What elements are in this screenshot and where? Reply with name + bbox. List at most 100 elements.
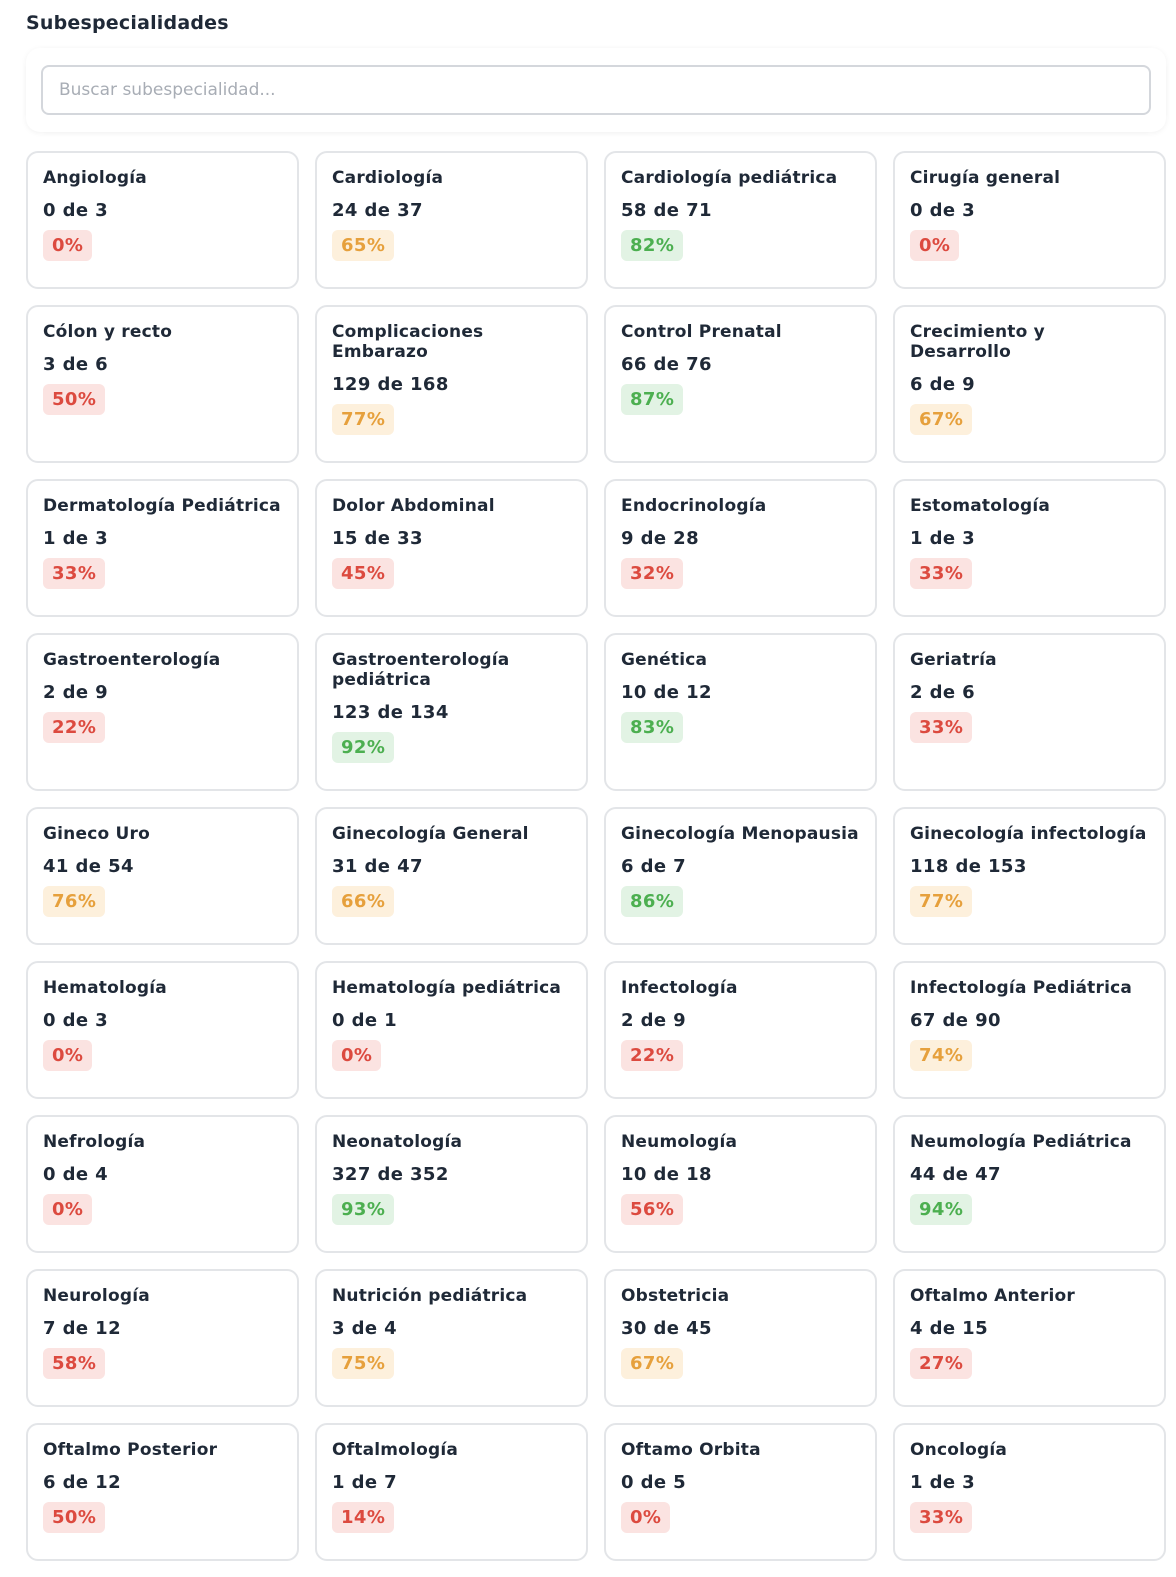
percent-badge: 74%: [910, 1040, 973, 1071]
subspecialty-card[interactable]: Ginecología infectología 118 de 153 77%: [893, 807, 1166, 945]
subspecialty-name: Gastroenterología: [43, 650, 221, 670]
answered-count: 31 de 47: [332, 856, 423, 877]
subspecialty-card[interactable]: Angiología 0 de 3 0%: [26, 151, 299, 289]
subspecialty-card[interactable]: Neonatología 327 de 352 93%: [315, 1115, 588, 1253]
subspecialty-name: Complicaciones Embarazo: [332, 322, 484, 362]
subspecialty-name: Angiología: [43, 168, 147, 188]
percent-badge: 0%: [621, 1502, 671, 1533]
subspecialty-name: Ginecología General: [332, 824, 529, 844]
percent-badge: 50%: [43, 1502, 106, 1533]
percent-badge: 22%: [621, 1040, 684, 1071]
answered-count: 2 de 6: [910, 682, 976, 703]
subspecialty-card[interactable]: Hematología pediátrica 0 de 1 0%: [315, 961, 588, 1099]
subspecialty-card[interactable]: Dolor Abdominal 15 de 33 45%: [315, 479, 588, 617]
percent-badge: 22%: [43, 712, 106, 743]
answered-count: 1 de 3: [910, 1472, 976, 1493]
subspecialty-card[interactable]: Hematología 0 de 3 0%: [26, 961, 299, 1099]
subspecialty-name: Genética: [621, 650, 708, 670]
subspecialty-name: Oftalmología: [332, 1440, 459, 1460]
percent-badge: 32%: [621, 558, 684, 589]
subspecialty-card[interactable]: Complicaciones Embarazo 129 de 168 77%: [315, 305, 588, 463]
percent-badge: 66%: [332, 886, 395, 917]
subspecialty-name: Infectología Pediátrica: [910, 978, 1133, 998]
subspecialty-card[interactable]: Control Prenatal 66 de 76 87%: [604, 305, 877, 463]
answered-count: 0 de 1: [332, 1010, 398, 1031]
subspecialty-card[interactable]: Oftalmo Posterior 6 de 12 50%: [26, 1423, 299, 1561]
subspecialty-name: Oftalmo Anterior: [910, 1286, 1075, 1306]
subspecialty-card[interactable]: Obstetricia 30 de 45 67%: [604, 1269, 877, 1407]
subspecialty-card[interactable]: Gastroenterología 2 de 9 22%: [26, 633, 299, 791]
percent-badge: 87%: [621, 384, 684, 415]
answered-count: 66 de 76: [621, 354, 712, 375]
subspecialty-card[interactable]: Ginecología General 31 de 47 66%: [315, 807, 588, 945]
subspecialty-card[interactable]: Crecimiento y Desarrollo 6 de 9 67%: [893, 305, 1166, 463]
answered-count: 15 de 33: [332, 528, 423, 549]
subspecialty-card[interactable]: Cólon y recto 3 de 6 50%: [26, 305, 299, 463]
subspecialty-card[interactable]: Infectología Pediátrica 67 de 90 74%: [893, 961, 1166, 1099]
subspecialty-card[interactable]: Ginecología Menopausia 6 de 7 86%: [604, 807, 877, 945]
answered-count: 10 de 12: [621, 682, 712, 703]
subspecialty-card[interactable]: Neumología 10 de 18 56%: [604, 1115, 877, 1253]
subspecialty-card[interactable]: Genética 10 de 12 83%: [604, 633, 877, 791]
subspecialty-card[interactable]: Cirugía general 0 de 3 0%: [893, 151, 1166, 289]
subspecialty-name: Control Prenatal: [621, 322, 782, 342]
subspecialty-name: Oncología: [910, 1440, 1008, 1460]
answered-count: 24 de 37: [332, 200, 423, 221]
percent-badge: 83%: [621, 712, 684, 743]
search-input[interactable]: [41, 65, 1151, 115]
answered-count: 0 de 3: [43, 1010, 109, 1031]
answered-count: 2 de 9: [621, 1010, 687, 1031]
subspecialty-card[interactable]: Oftalmo Anterior 4 de 15 27%: [893, 1269, 1166, 1407]
search-panel: [26, 48, 1166, 132]
percent-badge: 58%: [43, 1348, 106, 1379]
subspecialty-card[interactable]: Gastroenterología pediátrica 123 de 134 92…: [315, 633, 588, 791]
subspecialty-card[interactable]: Infectología 2 de 9 22%: [604, 961, 877, 1099]
subspecialty-name: Cólon y recto: [43, 322, 173, 342]
answered-count: 6 de 7: [621, 856, 687, 877]
answered-count: 0 de 3: [43, 200, 109, 221]
answered-count: 6 de 9: [910, 374, 976, 395]
subspecialty-card[interactable]: Nefrología 0 de 4 0%: [26, 1115, 299, 1253]
percent-badge: 33%: [43, 558, 106, 589]
subspecialty-card[interactable]: Estomatología 1 de 3 33%: [893, 479, 1166, 617]
subspecialty-card[interactable]: Oftalmología 1 de 7 14%: [315, 1423, 588, 1561]
subspecialty-name: Neurología: [43, 1286, 150, 1306]
subspecialty-card[interactable]: Nutrición pediátrica 3 de 4 75%: [315, 1269, 588, 1407]
subspecialty-card[interactable]: Cardiología 24 de 37 65%: [315, 151, 588, 289]
percent-badge: 56%: [621, 1194, 684, 1225]
percent-badge: 33%: [910, 558, 973, 589]
percent-badge: 27%: [910, 1348, 973, 1379]
answered-count: 0 de 3: [910, 200, 976, 221]
answered-count: 1 de 3: [910, 528, 976, 549]
percent-badge: 93%: [332, 1194, 395, 1225]
subspecialty-card[interactable]: Oncología 1 de 3 33%: [893, 1423, 1166, 1561]
subspecialty-card[interactable]: Cardiología pediátrica 58 de 71 82%: [604, 151, 877, 289]
subspecialty-name: Dermatología Pediátrica: [43, 496, 281, 516]
answered-count: 4 de 15: [910, 1318, 988, 1339]
subspecialty-name: Neumología Pediátrica: [910, 1132, 1132, 1152]
subspecialty-card[interactable]: Gineco Uro 41 de 54 76%: [26, 807, 299, 945]
answered-count: 2 de 9: [43, 682, 109, 703]
subspecialty-name: Geriatría: [910, 650, 997, 670]
subspecialty-card[interactable]: Oftamo Orbita 0 de 5 0%: [604, 1423, 877, 1561]
subspecialty-name: Obstetricia: [621, 1286, 730, 1306]
subspecialty-card[interactable]: Dermatología Pediátrica 1 de 3 33%: [26, 479, 299, 617]
subspecialty-name: Hematología pediátrica: [332, 978, 562, 998]
answered-count: 41 de 54: [43, 856, 134, 877]
percent-badge: 75%: [332, 1348, 395, 1379]
subspecialty-name: Gastroenterología pediátrica: [332, 650, 510, 690]
subspecialty-name: Neumología: [621, 1132, 738, 1152]
subspecialty-card[interactable]: Endocrinología 9 de 28 32%: [604, 479, 877, 617]
percent-badge: 77%: [910, 886, 973, 917]
subspecialty-name: Cardiología pediátrica: [621, 168, 838, 188]
percent-badge: 45%: [332, 558, 395, 589]
subspecialty-card[interactable]: Neurología 7 de 12 58%: [26, 1269, 299, 1407]
subspecialty-name: Endocrinología: [621, 496, 767, 516]
subspecialty-card[interactable]: Geriatría 2 de 6 33%: [893, 633, 1166, 791]
percent-badge: 76%: [43, 886, 106, 917]
subspecialty-name: Cirugía general: [910, 168, 1061, 188]
subspecialty-name: Gineco Uro: [43, 824, 150, 844]
page-title: Subespecialidades: [26, 12, 229, 34]
subspecialty-card[interactable]: Neumología Pediátrica 44 de 47 94%: [893, 1115, 1166, 1253]
answered-count: 3 de 4: [332, 1318, 398, 1339]
